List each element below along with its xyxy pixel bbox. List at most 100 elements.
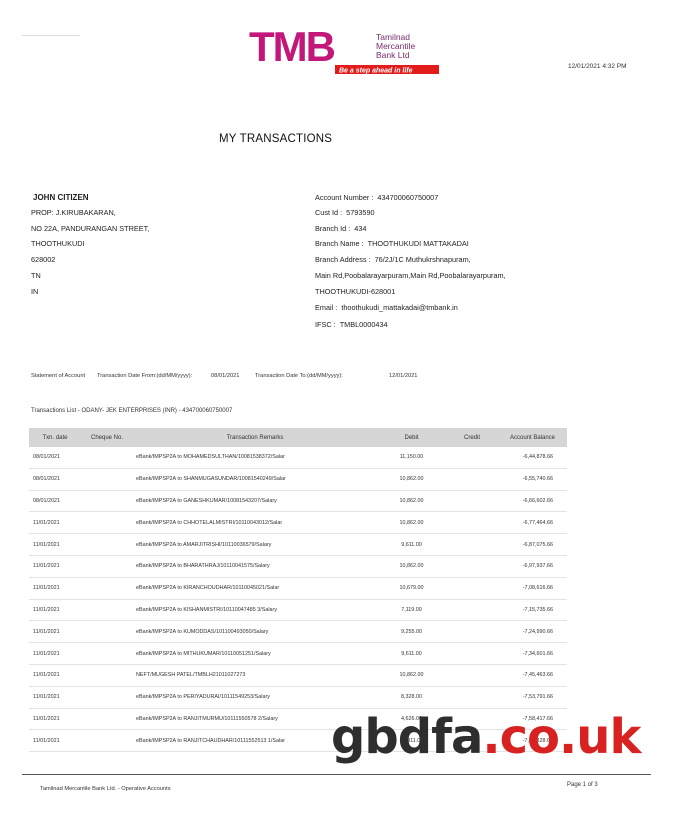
cell-txn-date: 08/01/2021 xyxy=(29,468,81,491)
cell-cheque-no xyxy=(81,664,133,687)
cell-debit: 10,862.00 xyxy=(377,664,446,687)
cell-txn-date: 11/01/2021 xyxy=(29,686,81,709)
table-row: 11/01/2021 eBank/IMPSP2A to AMARJITRISHI/… xyxy=(29,533,567,556)
col-header-txn-date: Txn. date xyxy=(29,428,81,447)
cell-credit xyxy=(446,468,498,491)
cell-remarks: eBank/IMPSP2A to MITHUKUMAR/10110051251/… xyxy=(133,642,377,665)
cell-debit: 10,862.00 xyxy=(377,555,446,578)
cell-cheque-no xyxy=(81,620,133,644)
cell-cheque-no xyxy=(81,642,133,665)
col-header-balance: Account Balance xyxy=(498,428,567,447)
cell-remarks: eBank/IMPSP2A to PERIYADURAI/10111549253… xyxy=(133,686,377,709)
cell-debit: 10,862.00 xyxy=(377,511,446,535)
customer-address-line: NO 22A, PANDURANGAN STREET, xyxy=(31,224,150,233)
cell-balance: -6,55,740.66 xyxy=(498,468,567,491)
table-row: 08/01/2021 eBank/IMPSP2A to SHANMUGASUNDA… xyxy=(29,468,567,491)
cell-balance: -7,08,616.66 xyxy=(498,577,567,600)
cell-txn-date: 11/01/2021 xyxy=(29,511,81,535)
cell-balance: -6,77,464.66 xyxy=(498,511,567,535)
table-row: 11/01/2021 eBank/IMPSP2A to KISHANMISTRI/… xyxy=(29,599,567,622)
footer-divider xyxy=(22,774,651,775)
cell-cheque-no xyxy=(81,490,133,513)
cell-txn-date: 08/01/2021 xyxy=(29,447,81,469)
customer-address-line: IN xyxy=(31,287,39,296)
branch-address-line: THOOTHUKUDI-628001 xyxy=(315,287,396,296)
branch-id-value: 434 xyxy=(354,224,367,233)
cell-remarks: eBank/IMPSP2A to CHHOTELALMISTRI/1011004… xyxy=(133,511,377,535)
cell-balance: -7,15,735.66 xyxy=(498,599,567,622)
transactions-table: Txn. date Cheque No. Transaction Remarks… xyxy=(29,428,567,753)
watermark-text: uk xyxy=(576,709,641,765)
tmb-logo-icon: TMB Tamilnad Mercantile Bank Ltd Be a st… xyxy=(249,23,439,75)
watermark-text: gbdfa xyxy=(331,709,483,765)
table-row: 08/01/2021 eBank/IMPSP2A to MOHAMEDSULTHA… xyxy=(29,447,567,469)
cell-debit: 11,150.00 xyxy=(377,447,446,469)
cell-txn-date: 11/01/2021 xyxy=(29,664,81,687)
cell-txn-date: 11/01/2021 xyxy=(29,555,81,578)
table-row: 08/01/2021 eBank/IMPSP2A to GANESHKUMAR/1… xyxy=(29,490,567,513)
date-to-label: Transaction Date To:(dd/MM/yyyy): xyxy=(255,373,343,379)
cell-txn-date: 11/01/2021 xyxy=(29,577,81,600)
cell-remarks: eBank/IMPSP2A to KIRANCHOUDHAR/101100450… xyxy=(133,577,377,600)
cell-txn-date: 08/01/2021 xyxy=(29,490,81,513)
email-value: thoothukudi_mattakadai@tmbank.in xyxy=(341,303,458,312)
bank-name-line3: Bank Ltd xyxy=(376,50,410,60)
cell-cheque-no xyxy=(81,577,133,600)
customer-address-line: PROP: J.KIRUBAKARAN, xyxy=(31,208,116,217)
cell-balance: -6,44,878.66 xyxy=(498,447,567,469)
branch-name-row: Branch Name : THOOTHUKUDI MATTAKADAI xyxy=(315,239,469,248)
account-number-value: 434700060750007 xyxy=(377,193,439,202)
customer-address-line: 628002 xyxy=(31,255,56,264)
col-header-debit: Debit xyxy=(377,428,446,447)
branch-name-label: Branch Name : xyxy=(315,239,364,248)
table-header-row: Txn. date Cheque No. Transaction Remarks… xyxy=(29,428,567,447)
cell-remarks: eBank/IMPSP2A to KUMODDAS/101100493050/S… xyxy=(133,620,377,644)
date-to-value: 12/01/2021 xyxy=(389,373,418,379)
customer-address-line: TN xyxy=(31,271,41,280)
cust-id-value: 5793590 xyxy=(346,208,375,217)
branch-name-value: THOOTHUKUDI MATTAKADAI xyxy=(367,239,469,248)
col-header-credit: Credit xyxy=(446,428,498,447)
cell-debit: 9,611.00 xyxy=(377,642,446,665)
watermark: gbdfa.co.uk xyxy=(331,713,641,761)
watermark-dot: . xyxy=(559,709,577,765)
email-label: Email : xyxy=(315,303,338,312)
cell-balance: -7,53,791.66 xyxy=(498,686,567,709)
ifsc-value: TMBL0000434 xyxy=(339,320,388,329)
cell-debit: 7,119.00 xyxy=(377,599,446,622)
table-row: 11/01/2021 eBank/IMPSP2A to MITHUKUMAR/10… xyxy=(29,642,567,665)
branch-id-row: Branch Id :434 xyxy=(315,224,366,233)
cell-debit: 10,862.00 xyxy=(377,490,446,513)
customer-name: JOHN CITIZEN xyxy=(33,193,89,202)
cell-remarks: eBank/IMPSP2A to BHARATHRAJ/10110041575/… xyxy=(133,555,377,578)
cell-txn-date: 11/01/2021 xyxy=(29,708,81,731)
watermark-text: co xyxy=(499,709,560,765)
cust-id-row: Cust Id :5793590 xyxy=(315,208,375,217)
table-row: 11/01/2021 eBank/IMPSP2A to PERIYADURAI/1… xyxy=(29,686,567,709)
cell-balance: -7,45,463.66 xyxy=(498,664,567,687)
branch-address-value: 76/2J/1C Muthukrshnapuram, xyxy=(374,255,471,264)
cell-cheque-no xyxy=(81,533,133,556)
table-row: 11/01/2021 NEFT/MUGESH PATEL/TMBLH2101102… xyxy=(29,664,567,687)
cell-debit: 10,679.00 xyxy=(377,577,446,600)
statement-label: Statement of Account xyxy=(31,373,86,379)
page-title: MY TRANSACTIONS xyxy=(219,133,333,145)
cell-cheque-no xyxy=(81,708,133,731)
cell-txn-date: 11/01/2021 xyxy=(29,599,81,622)
account-number-label: Account Number : xyxy=(315,193,374,202)
cell-credit xyxy=(446,599,498,622)
cell-cheque-no xyxy=(81,599,133,622)
table-row: 11/01/2021 eBank/IMPSP2A to BHARATHRAJ/10… xyxy=(29,555,567,578)
date-from-label: Transaction Date From:(dd/MM/yyyy): xyxy=(97,373,193,379)
transactions-list-title: Transactions List - ODANY- JEK ENTERPRIS… xyxy=(31,408,233,414)
customer-address-line: THOOTHUKUDI xyxy=(31,239,85,248)
cell-credit xyxy=(446,447,498,469)
cell-balance: -6,97,937.66 xyxy=(498,555,567,578)
email-row: Email : thoothukudi_mattakadai@tmbank.in xyxy=(315,303,458,312)
cell-txn-date: 11/01/2021 xyxy=(29,533,81,556)
cell-cheque-no xyxy=(81,511,133,535)
cell-debit: 9,611.00 xyxy=(377,533,446,556)
cell-debit: 10,862.00 xyxy=(377,468,446,491)
branch-id-label: Branch Id : xyxy=(315,224,351,233)
branch-address-label: Branch Address : xyxy=(315,255,371,264)
